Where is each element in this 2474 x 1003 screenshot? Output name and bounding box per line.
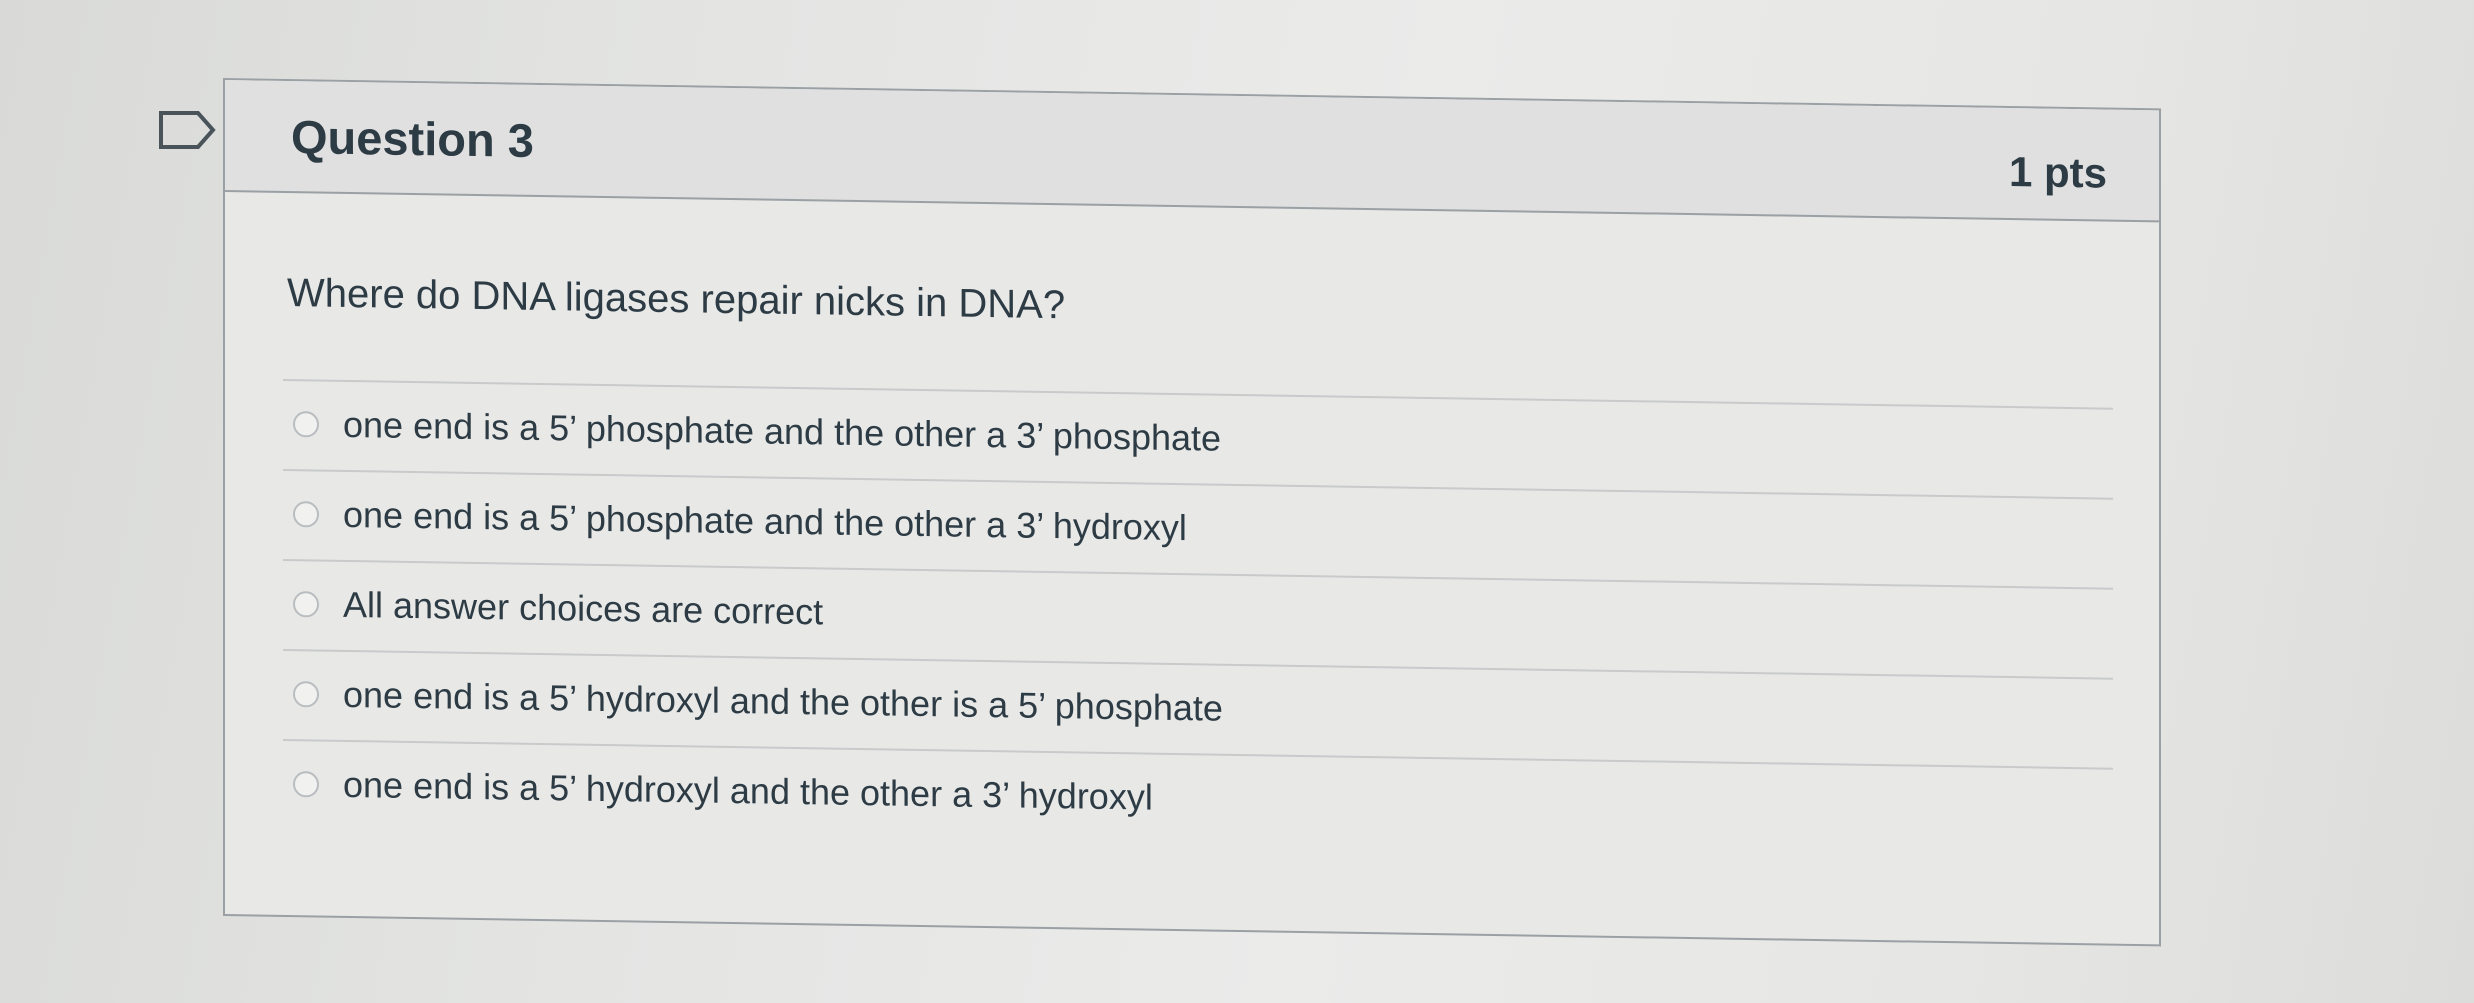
radio-button[interactable]: [293, 411, 319, 438]
radio-button[interactable]: [293, 771, 319, 798]
answer-list: one end is a 5’ phosphate and the other …: [283, 378, 2113, 858]
bookmark-flag-icon[interactable]: [158, 110, 216, 150]
answer-label[interactable]: one end is a 5’ phosphate and the other …: [343, 404, 1221, 460]
question-title: Question 3: [291, 110, 534, 167]
question-header: Question 3 1 pts: [225, 80, 2159, 223]
answer-label[interactable]: one end is a 5’ hydroxyl and the other i…: [343, 674, 1223, 730]
answer-label[interactable]: All answer choices are correct: [343, 584, 823, 634]
question-card: Question 3 1 pts Where do DNA ligases re…: [223, 78, 2161, 947]
radio-button[interactable]: [293, 591, 319, 618]
radio-button[interactable]: [293, 681, 319, 708]
question-points: 1 pts: [2008, 148, 2107, 197]
radio-button[interactable]: [293, 501, 319, 528]
answer-label[interactable]: one end is a 5’ phosphate and the other …: [343, 494, 1187, 549]
answer-label[interactable]: one end is a 5’ hydroxyl and the other a…: [343, 764, 1153, 819]
question-text: Where do DNA ligases repair nicks in DNA…: [287, 271, 1066, 328]
